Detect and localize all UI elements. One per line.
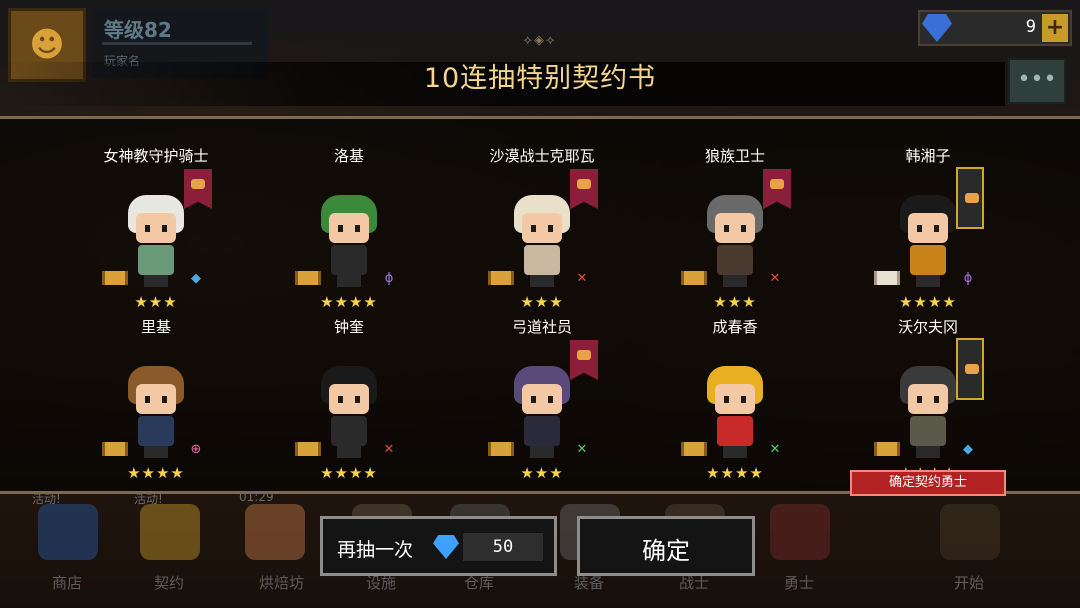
nav-tag: 活动! [134, 492, 163, 506]
hero-name: 成春香 [712, 318, 758, 336]
hero-sprite [894, 195, 962, 287]
contract-scroll-icon [488, 271, 514, 285]
hero-card[interactable]: 钟奎 ✕ ★★★★ [253, 316, 445, 486]
hero-name: 韩湘子 [905, 147, 951, 165]
contract-scroll-icon [295, 271, 321, 285]
hero-sprite [701, 366, 769, 458]
blue-axe-icon: ◆ [963, 442, 973, 457]
hero-card[interactable]: 狼族卫士 ✕ ★★★ [639, 145, 831, 315]
contract-scroll-icon [102, 442, 128, 456]
hero-stars: ★★★★ [320, 293, 378, 311]
nav-icon-8[interactable] [940, 504, 1000, 560]
purple-staff-icon: ϕ [384, 271, 394, 286]
gold-rank-banner-icon [956, 338, 984, 400]
hero-stars: ★★★ [520, 293, 564, 311]
contract-scroll-icon [295, 442, 321, 456]
confirm-label: 确定 [642, 537, 690, 565]
hero-name: 女神教守护骑士 [103, 147, 209, 165]
blue-axe-icon: ◆ [191, 271, 201, 286]
nav-label[interactable]: 开始 [954, 572, 984, 593]
contract-scroll-icon [488, 442, 514, 456]
hero-sprite [894, 366, 962, 458]
nav-tag: 01:29 [239, 490, 274, 504]
hero-stars: ★★★ [713, 293, 757, 311]
draw-again-cost: 50 [463, 533, 543, 561]
hero-stars: ★★★ [520, 464, 564, 482]
hero-name: 钟奎 [333, 318, 364, 336]
hero-card[interactable]: 女神教守护骑士 ◆ ★★★ [60, 145, 252, 315]
nav-icon-0[interactable] [38, 504, 98, 560]
hero-card[interactable]: 沙漠战士克耶瓦 ✕ ★★★ [446, 145, 638, 315]
confirm-hero-tag: 确定契约勇士 [850, 470, 1006, 496]
nav-label[interactable]: 商店 [52, 572, 82, 593]
nav-tag: 活动! [32, 492, 61, 506]
nav-icon-2[interactable] [245, 504, 305, 560]
hero-sprite [315, 195, 383, 287]
hero-name: 弓道社员 [511, 318, 572, 336]
page-title: 10连抽特别契约书 [423, 63, 657, 94]
hero-name: 狼族卫士 [704, 147, 765, 165]
hero-stars: ★★★★ [706, 464, 764, 482]
hero-card[interactable]: 韩湘子 ϕ ★★★★ [832, 145, 1024, 315]
hero-card[interactable]: 成春香 ✕ ★★★★ [639, 316, 831, 486]
diamond-icon [433, 535, 459, 559]
contract-scroll-icon [102, 271, 128, 285]
nav-label[interactable]: 勇士 [784, 572, 814, 593]
nav-icon-7[interactable] [770, 504, 830, 560]
hero-name: 洛基 [333, 147, 364, 165]
hero-stars: ★★★★ [899, 293, 957, 311]
contract-scroll-icon [874, 442, 900, 456]
hero-name: 沙漠战士克耶瓦 [489, 147, 595, 165]
hero-stars: ★★★★ [320, 464, 378, 482]
title-ornament: ⟡◈⟡ [523, 33, 557, 48]
red-swords-icon: ✕ [383, 442, 395, 457]
hero-stars: ★★★ [134, 293, 178, 311]
green-bow-icon: ✕ [576, 442, 588, 457]
purple-staff-icon: ϕ [963, 271, 973, 286]
contract-scroll-icon [874, 271, 900, 285]
red-swords-icon: ✕ [769, 271, 781, 286]
red-rank-banner-icon [763, 169, 791, 209]
red-rank-banner-icon [570, 169, 598, 209]
hero-card[interactable]: 弓道社员 ✕ ★★★ [446, 316, 638, 486]
hero-name: 沃尔夫冈 [897, 318, 958, 336]
contract-scroll-icon [681, 442, 707, 456]
hero-stars: ★★★★ [127, 464, 185, 482]
hero-name: 里基 [140, 318, 171, 336]
draw-again-button[interactable]: 再抽一次 50 [320, 516, 557, 576]
gold-rank-banner-icon [956, 167, 984, 229]
hero-sprite [315, 366, 383, 458]
hero-card[interactable]: 里基 ⊕ ★★★★ [60, 316, 252, 486]
hero-sprite [508, 366, 576, 458]
pink-target-icon: ⊕ [190, 442, 202, 457]
red-rank-banner-icon [570, 340, 598, 380]
red-rank-banner-icon [184, 169, 212, 209]
hero-sprite [122, 366, 190, 458]
draw-again-label: 再抽一次 [337, 539, 414, 561]
green-bow-icon: ✕ [769, 442, 781, 457]
red-swords-icon: ✕ [576, 271, 588, 286]
hero-sprite [508, 195, 576, 287]
contract-scroll-icon [681, 271, 707, 285]
confirm-button[interactable]: 确定 [577, 516, 755, 576]
hero-sprite [701, 195, 769, 287]
nav-icon-1[interactable] [140, 504, 200, 560]
hero-sprite [122, 195, 190, 287]
hero-card[interactable]: 洛基 ϕ ★★★★ [253, 145, 445, 315]
nav-label[interactable]: 契约 [154, 572, 184, 593]
nav-label[interactable]: 烘焙坊 [259, 572, 304, 593]
hero-card[interactable]: 沃尔夫冈◆★★★★ [832, 316, 1024, 486]
